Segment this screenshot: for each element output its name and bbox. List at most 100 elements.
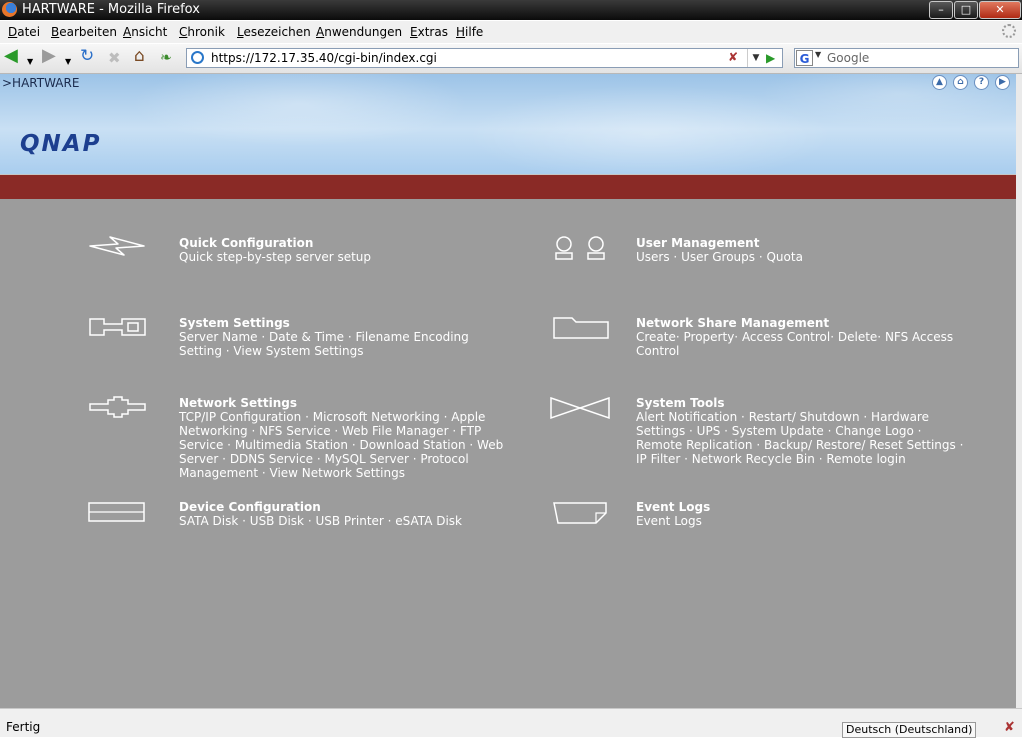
access-control-link[interactable]: Access Control xyxy=(742,330,830,344)
window-title: HARTWARE - Mozilla Firefox xyxy=(22,2,200,17)
disk-drive-icon xyxy=(88,502,145,522)
help-icon[interactable]: ? xyxy=(974,75,989,90)
view-system-settings-link[interactable]: View System Settings xyxy=(233,344,363,358)
back-icon[interactable]: ◀ xyxy=(4,47,18,65)
breadcrumb: >HARTWARE xyxy=(2,76,80,90)
esata-disk-link[interactable]: eSATA Disk xyxy=(395,514,462,528)
system-settings-section: System Settings Server Name · Date & Tim… xyxy=(179,316,509,358)
network-share-management-section: Network Share Management Create· Propert… xyxy=(636,316,966,358)
url-input[interactable] xyxy=(211,50,711,66)
event-logs-link[interactable]: Event Logs xyxy=(636,514,702,528)
server-name-link[interactable]: Server Name xyxy=(179,330,258,344)
back-dropdown-icon[interactable]: ▼ xyxy=(27,54,33,70)
menu-chronik[interactable]: Chronik xyxy=(179,25,225,39)
date-time-link[interactable]: Date & Time xyxy=(269,330,344,344)
menu-ansicht[interactable]: Ansicht xyxy=(123,25,167,39)
home-icon[interactable]: ⌂ xyxy=(134,48,145,65)
users-link[interactable]: Users xyxy=(636,250,670,264)
usb-printer-link[interactable]: USB Printer xyxy=(315,514,383,528)
system-settings-title[interactable]: System Settings xyxy=(179,316,509,330)
network-share-management-title[interactable]: Network Share Management xyxy=(636,316,966,330)
header-divider-bar xyxy=(0,174,1022,199)
delete-share-link[interactable]: Delete xyxy=(838,330,877,344)
tcpip-link[interactable]: TCP/IP Configuration xyxy=(179,410,301,424)
device-configuration-title[interactable]: Device Configuration xyxy=(179,500,509,514)
multimedia-station-link[interactable]: Multimedia Station xyxy=(235,438,348,452)
remote-replication-link[interactable]: Remote Replication xyxy=(636,438,753,452)
user-groups-link[interactable]: User Groups xyxy=(681,250,755,264)
minimize-button[interactable]: – xyxy=(929,1,953,19)
url-history-dropdown[interactable]: ▼ xyxy=(747,49,764,67)
wrench-icon xyxy=(89,318,146,336)
sata-disk-link[interactable]: SATA Disk xyxy=(179,514,238,528)
close-button[interactable]: ✕ xyxy=(979,1,1021,19)
search-engine-icon[interactable]: G xyxy=(796,50,813,66)
bookmark-leaf-icon[interactable]: ❧ xyxy=(160,50,172,66)
system-tools-title[interactable]: System Tools xyxy=(636,396,966,410)
menu-anwendungen[interactable]: Anwendungen xyxy=(316,25,402,39)
restart-shutdown-link[interactable]: Restart/ Shutdown xyxy=(749,410,860,424)
vertical-scrollbar[interactable] xyxy=(1016,74,1022,708)
firefox-icon xyxy=(2,2,17,17)
logout-icon[interactable]: ▶ xyxy=(995,75,1010,90)
go-icon[interactable]: ▶ xyxy=(766,49,782,67)
network-recycle-bin-link[interactable]: Network Recycle Bin xyxy=(692,452,815,466)
menu-datei[interactable]: Datei xyxy=(8,25,40,39)
menu-bearbeiten[interactable]: Bearbeiten xyxy=(51,25,117,39)
throbber-icon xyxy=(1002,24,1016,38)
folder-icon xyxy=(553,317,609,339)
ups-link[interactable]: UPS xyxy=(697,424,721,438)
stop-icon[interactable]: ✖ xyxy=(108,50,121,66)
network-settings-title[interactable]: Network Settings xyxy=(179,396,509,410)
event-logs-section: Event Logs Event Logs xyxy=(636,500,966,528)
change-logo-link[interactable]: Change Logo xyxy=(835,424,914,438)
web-file-manager-link[interactable]: Web File Manager xyxy=(342,424,448,438)
quick-setup-link[interactable]: Quick step-by-step server setup xyxy=(179,250,371,264)
tools-bowtie-icon xyxy=(550,396,610,420)
up-icon[interactable]: ▲ xyxy=(932,75,947,90)
usb-disk-link[interactable]: USB Disk xyxy=(250,514,304,528)
menu-extras[interactable]: Extras xyxy=(410,25,448,39)
nfs-service-link[interactable]: NFS Service xyxy=(259,424,330,438)
quick-configuration-section: Quick Configuration Quick step-by-step s… xyxy=(179,236,509,264)
search-input[interactable] xyxy=(827,50,1012,66)
microsoft-networking-link[interactable]: Microsoft Networking xyxy=(313,410,440,424)
menu-hilfe[interactable]: Hilfe xyxy=(456,25,483,39)
security-warning-icon[interactable]: ✘ xyxy=(728,50,738,64)
ip-filter-link[interactable]: IP Filter xyxy=(636,452,680,466)
quota-link[interactable]: Quota xyxy=(766,250,802,264)
navigation-toolbar: ◀ ▼ ▶ ▼ ↻ ✖ ⌂ ❧ ✘ ▼ ▶ G ▼ xyxy=(0,44,1022,74)
create-share-link[interactable]: Create xyxy=(636,330,676,344)
view-network-settings-link[interactable]: View Network Settings xyxy=(270,466,405,480)
backup-restore-link[interactable]: Backup/ Restore/ Reset Settings xyxy=(764,438,956,452)
search-box[interactable]: G ▼ xyxy=(794,48,1019,68)
quick-configuration-title[interactable]: Quick Configuration xyxy=(179,236,509,250)
system-update-link[interactable]: System Update xyxy=(732,424,824,438)
forward-icon[interactable]: ▶ xyxy=(42,47,56,65)
event-logs-title[interactable]: Event Logs xyxy=(636,500,966,514)
menu-lesezeichen[interactable]: Lesezeichen xyxy=(237,25,311,39)
address-bar[interactable]: ✘ ▼ ▶ xyxy=(186,48,783,68)
security-status-icon[interactable]: ✘ xyxy=(1004,720,1015,735)
menu-bar: Datei Bearbeiten Ansicht Chronik Lesezei… xyxy=(0,21,1022,43)
reload-icon[interactable]: ↻ xyxy=(80,48,94,65)
mysql-server-link[interactable]: MySQL Server xyxy=(325,452,409,466)
home-circle-icon[interactable]: ⌂ xyxy=(953,75,968,90)
qnap-logo: QNAP xyxy=(20,131,102,157)
network-settings-section: Network Settings TCP/IP Configuration · … xyxy=(179,396,509,480)
download-station-link[interactable]: Download Station xyxy=(359,438,465,452)
property-link[interactable]: Property xyxy=(684,330,735,344)
remote-login-link[interactable]: Remote login xyxy=(826,452,905,466)
site-identity-icon[interactable] xyxy=(191,51,204,64)
network-plug-icon xyxy=(89,396,146,418)
alert-notification-link[interactable]: Alert Notification xyxy=(636,410,737,424)
ddns-service-link[interactable]: DDNS Service xyxy=(230,452,313,466)
status-bar: Fertig Deutsch (Deutschland) ✘ xyxy=(0,708,1022,738)
status-text: Fertig xyxy=(6,720,41,734)
user-management-title[interactable]: User Management xyxy=(636,236,966,250)
maximize-button[interactable]: □ xyxy=(954,1,978,19)
system-tools-section: System Tools Alert Notification · Restar… xyxy=(636,396,966,466)
forward-dropdown-icon[interactable]: ▼ xyxy=(65,54,71,70)
lightning-icon xyxy=(89,236,145,256)
search-engine-dropdown-icon[interactable]: ▼ xyxy=(815,50,821,59)
